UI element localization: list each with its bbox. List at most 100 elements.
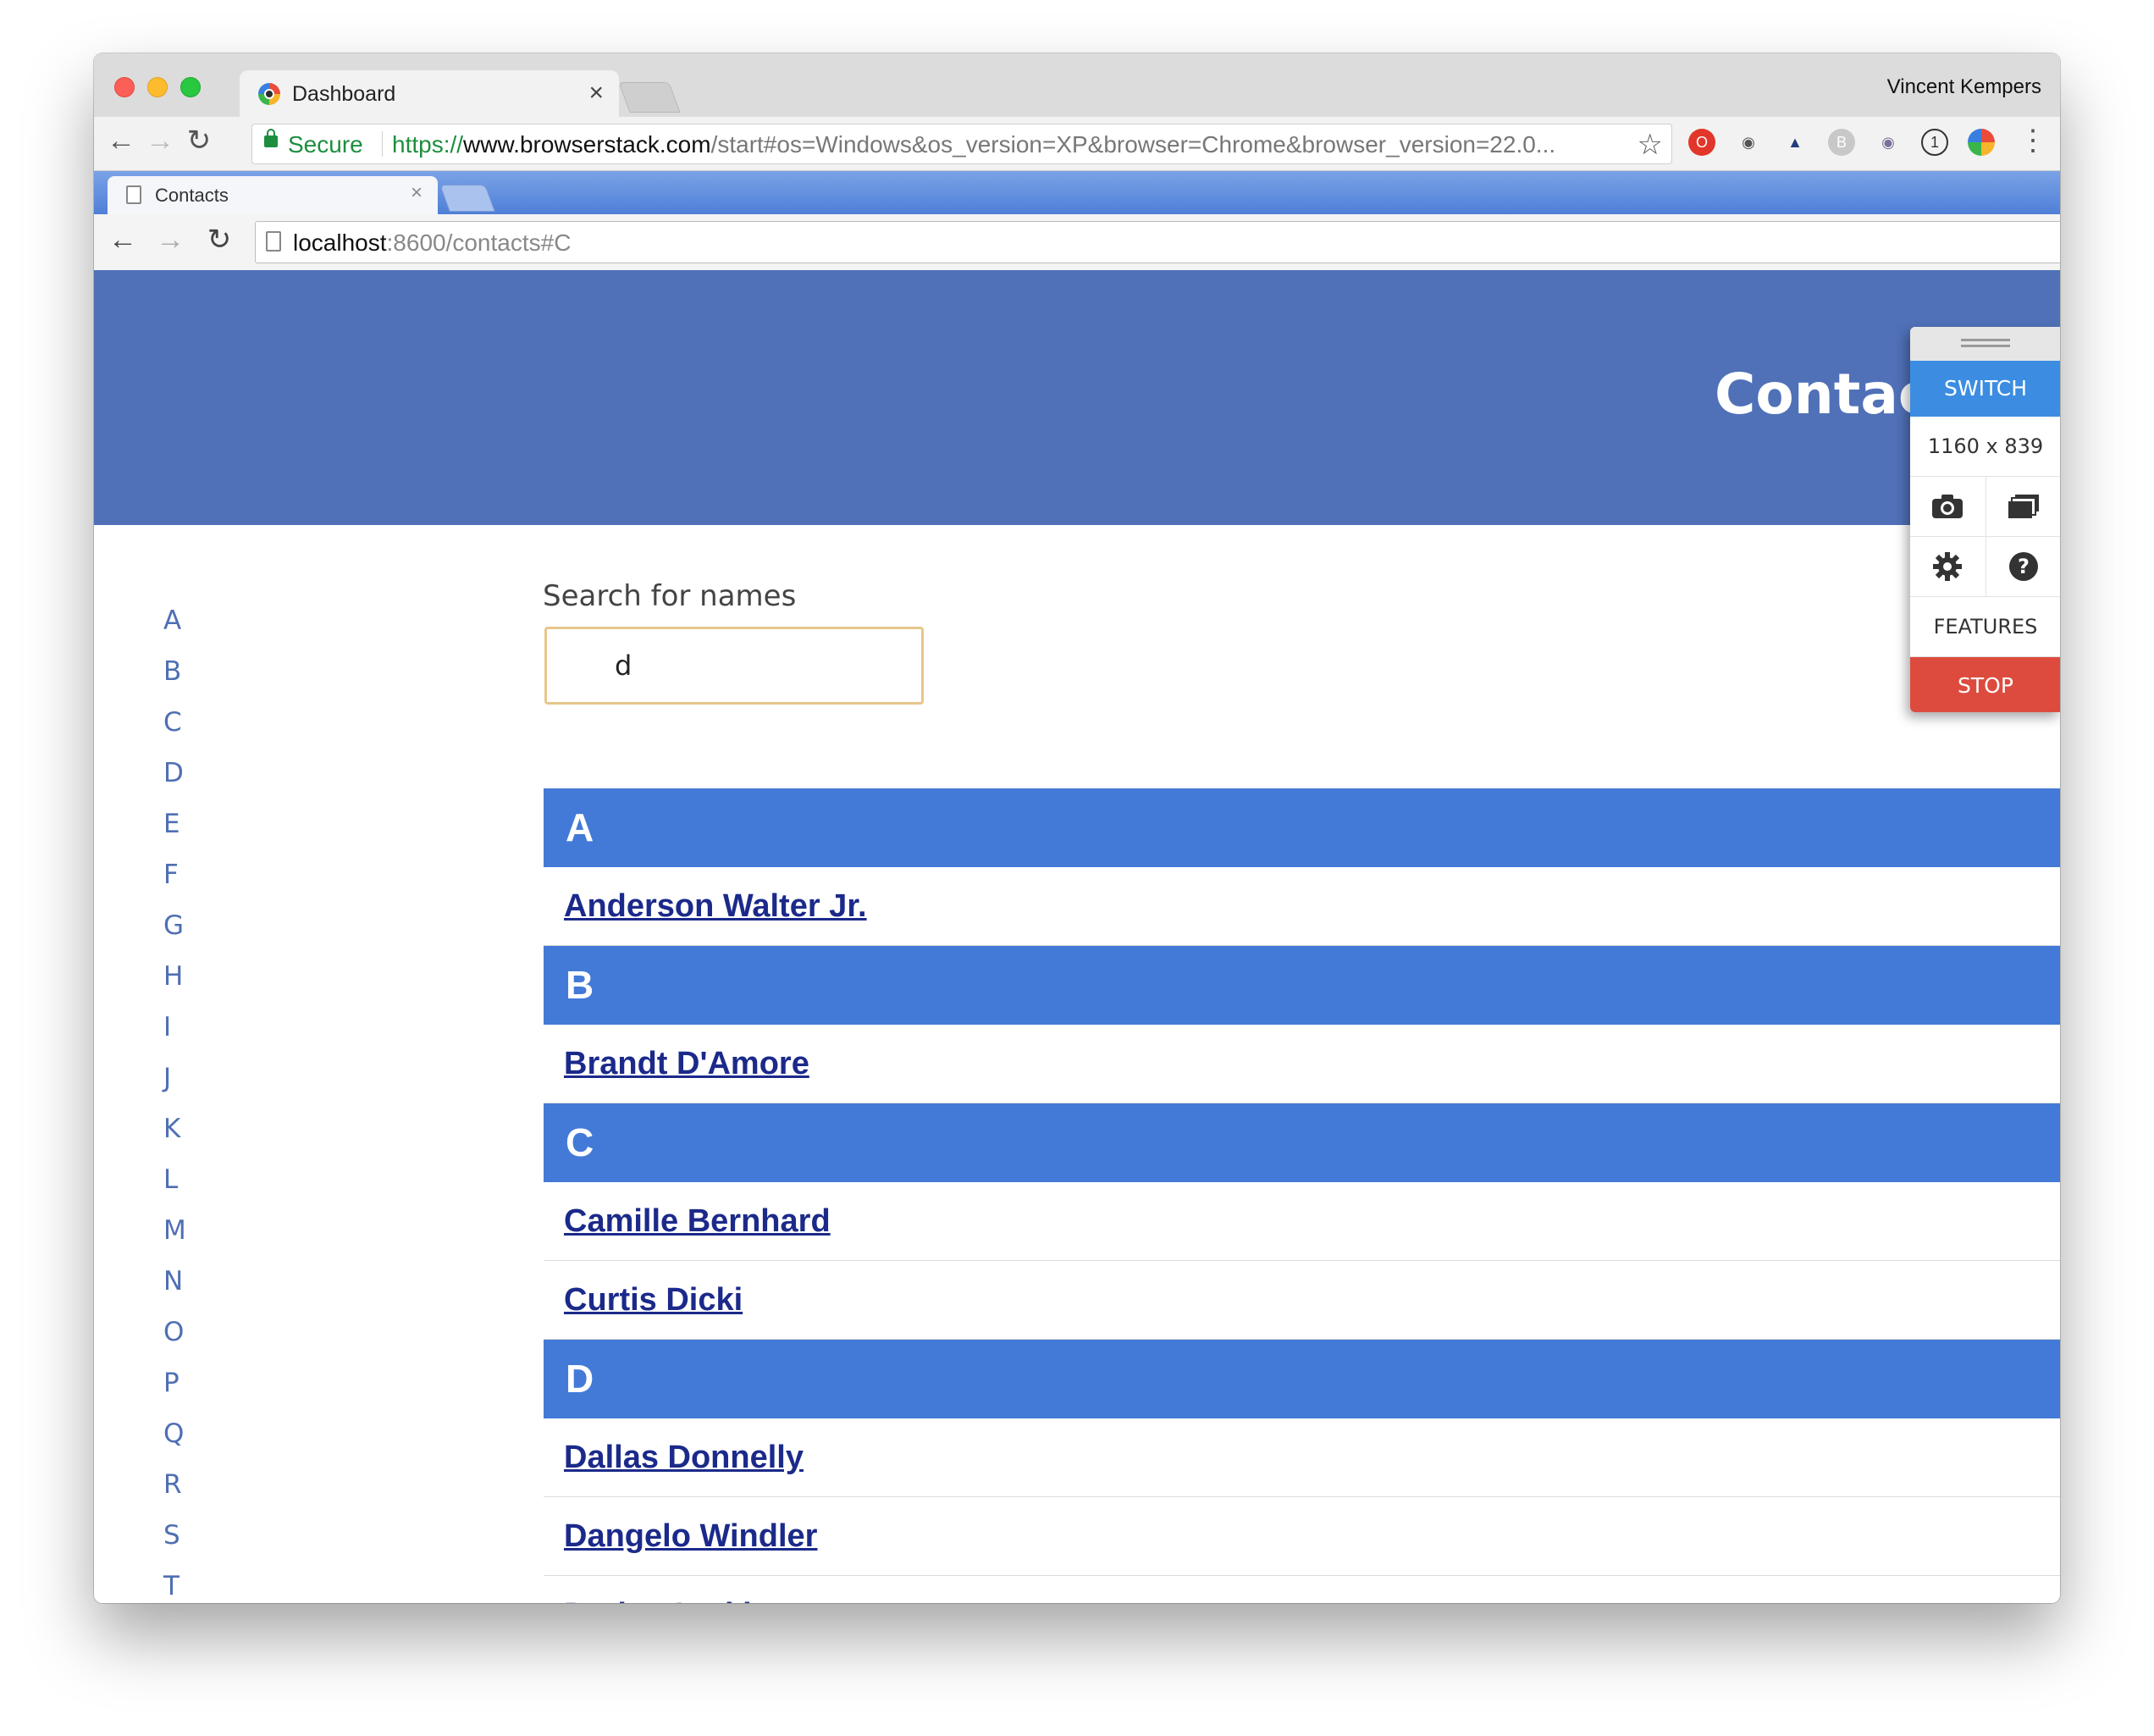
outer-tab-bar: Dashboard × Vincent Kempers [94,53,2060,118]
page-icon [126,185,141,204]
gear-icon[interactable] [1910,537,1986,596]
menu-kebab-icon[interactable]: ⋮ [2014,122,2052,159]
window-minimize-button[interactable] [147,77,168,97]
alphabet-link[interactable]: Q [163,1418,186,1469]
list-item: Darion Larkin [544,1576,2060,1603]
browserstack-favicon-icon [258,83,280,105]
alphabet-link[interactable]: J [163,1063,186,1114]
b-icon[interactable]: B [1828,129,1855,156]
reload-icon[interactable]: ↻ [180,122,218,159]
alphabet-nav: ABCDEFGHIJKLMNOPQRST [163,605,186,1603]
page-header: Contact [94,270,2060,525]
1password-icon[interactable]: 1 [1921,129,1948,156]
opera-icon[interactable]: O [1688,129,1715,156]
windows-icon[interactable] [1985,477,2061,536]
alphabet-link[interactable]: H [163,961,186,1012]
inner-url-text[interactable]: localhost:8600/contacts#C [293,229,571,257]
alphabet-link[interactable]: G [163,910,186,961]
alphabet-link[interactable]: B [163,656,186,707]
page-icon [266,231,281,252]
contact-link[interactable]: Dangelo Windler [564,1518,817,1554]
features-button[interactable]: FEATURES [1910,597,2060,657]
browser-window: Dashboard × Vincent Kempers ← → ↻ Secure… [94,53,2060,1603]
alphabet-link[interactable]: L [163,1164,186,1215]
stop-button[interactable]: STOP [1910,657,2060,712]
new-tab-button[interactable] [618,82,681,113]
address-bar[interactable]: Secure https://www.browserstack.com/star… [251,124,1672,164]
alphabet-link[interactable]: E [163,809,186,860]
contact-link[interactable]: Brandt D'Amore [564,1046,809,1081]
alphabet-link[interactable]: C [163,707,186,758]
switch-button[interactable]: SWITCH [1910,361,2060,417]
contact-link[interactable]: Anderson Walter Jr. [564,888,867,924]
resolution-readout[interactable]: 1160 x 839 [1910,417,2060,477]
alphabet-link[interactable]: D [163,758,186,809]
tab-close-icon[interactable]: × [588,79,604,108]
inner-new-tab-button[interactable] [439,185,495,212]
browserstack-panel: SWITCH 1160 x 839 ? FEATURES STOP [1910,327,2060,712]
url-scheme: https:// [392,131,464,158]
svg-text:?: ? [2018,555,2030,578]
alphabet-link[interactable]: N [163,1266,186,1317]
group-header: D [544,1340,2060,1418]
camera-icon[interactable] [1910,477,1986,536]
contact-link[interactable]: Curtis Dicki [564,1282,743,1318]
url-text[interactable]: https://www.browserstack.com/start#os=Wi… [392,131,1555,158]
url-path: /start#os=Windows&os_version=XP&browser=… [710,131,1556,158]
secure-label: Secure [288,131,363,158]
list-item: Brandt D'Amore [544,1025,2060,1103]
list-item: Dallas Donnelly [544,1418,2060,1497]
chrome-icon[interactable] [1968,129,1995,156]
contact-list: A Anderson Walter Jr. B Brandt D'Amore C Cami… [544,788,2060,1603]
drag-handle[interactable] [1910,327,2060,361]
alphabet-link[interactable]: K [163,1114,186,1164]
alphabet-link[interactable]: S [163,1520,186,1571]
alphabet-link[interactable]: O [163,1317,186,1368]
search-input[interactable] [544,627,924,705]
contact-link[interactable]: Camille Bernhard [564,1203,831,1239]
window-close-button[interactable] [114,77,135,97]
cat-icon[interactable]: ◉ [1875,129,1902,156]
tab-dashboard[interactable]: Dashboard × [240,70,619,118]
help-icon[interactable]: ? [1985,537,2061,596]
inner-reload-icon[interactable]: ↻ [201,221,238,258]
contact-link[interactable]: Darion Larkin [564,1597,771,1603]
alphabet-link[interactable]: T [163,1571,186,1603]
group-header: B [544,946,2060,1025]
url-host: www.browserstack.com [463,131,711,158]
alphabet-link[interactable]: I [163,1012,186,1063]
profile-name[interactable]: Vincent Kempers [1887,75,2041,99]
group-header: A [544,788,2060,867]
bookmark-star-icon[interactable]: ☆ [1638,128,1663,162]
search-label: Search for names [543,579,797,613]
url-separator [382,131,383,157]
axe-icon[interactable]: ▲ [1781,129,1809,156]
inner-url-path: :8600/contacts#C [386,229,572,256]
inner-url-host: localhost [293,229,387,256]
list-item: Camille Bernhard [544,1182,2060,1261]
inner-forward-arrow-icon[interactable]: → [152,221,189,258]
panel-icon-row-2: ? [1910,537,2060,597]
tab-title: Dashboard [292,82,396,106]
inner-tab-bar: Contacts × [94,171,2060,215]
window-maximize-button[interactable] [180,77,201,97]
inner-back-arrow-icon[interactable]: ← [104,221,141,258]
back-arrow-icon[interactable]: ← [102,122,140,159]
inner-tab-title: Contacts [155,185,229,206]
contact-link[interactable]: Dallas Donnelly [564,1440,804,1475]
panel-icon-row-1 [1910,477,2060,537]
inner-tab-close-icon[interactable]: × [411,181,423,205]
outer-toolbar: ← → ↻ Secure https://www.browserstack.co… [94,117,2060,171]
alphabet-link[interactable]: A [163,605,186,656]
list-item: Anderson Walter Jr. [544,867,2060,946]
inner-address-bar[interactable]: localhost:8600/contacts#C [255,221,2060,263]
lock-icon [264,129,278,147]
alphabet-link[interactable]: R [163,1469,186,1520]
alphabet-link[interactable]: P [163,1368,186,1418]
list-item: Dangelo Windler [544,1497,2060,1576]
forward-arrow-icon[interactable]: → [141,122,179,159]
glasses-icon[interactable]: ◉ [1735,129,1762,156]
alphabet-link[interactable]: M [163,1215,186,1266]
inner-tab-contacts[interactable]: Contacts × [108,176,438,215]
alphabet-link[interactable]: F [163,860,186,910]
